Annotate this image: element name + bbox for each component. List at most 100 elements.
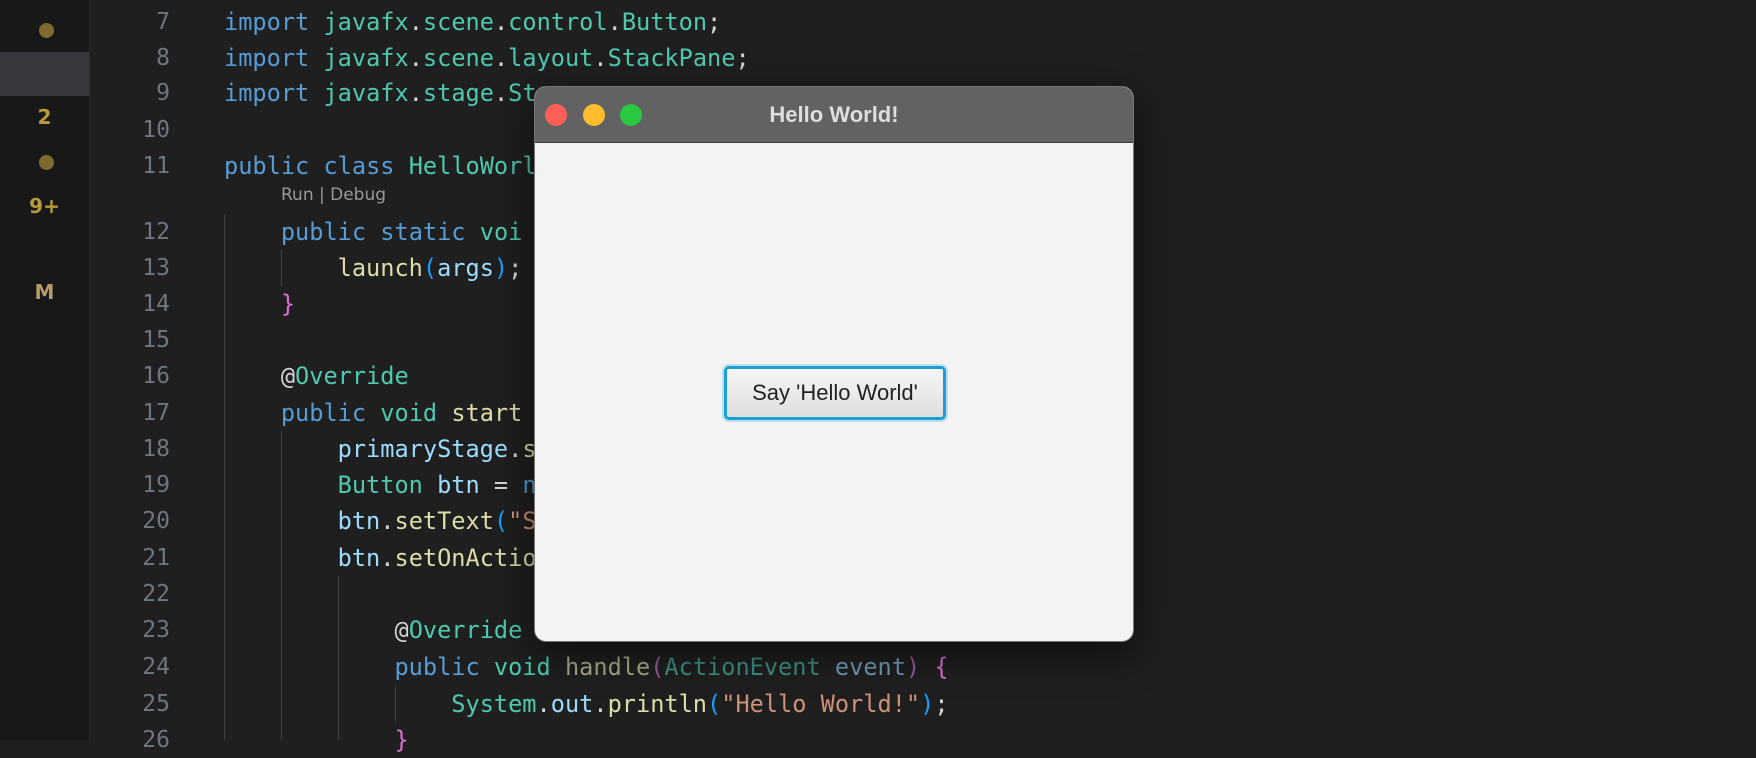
modified-dot-icon[interactable] xyxy=(39,23,54,38)
code-line[interactable]: } xyxy=(224,722,408,758)
code-token: . xyxy=(380,544,395,572)
code-token: args xyxy=(437,254,494,282)
code-token: ; xyxy=(934,690,949,718)
code-token: } xyxy=(280,290,296,318)
code-token: Button xyxy=(337,471,423,499)
codelens-run-debug[interactable]: Run | Debug xyxy=(281,185,386,205)
line-number: 12 xyxy=(142,219,170,245)
code-line[interactable]: System.out.println("Hello World!"); xyxy=(224,686,949,722)
code-line[interactable]: import javafx.stage.St xyxy=(224,75,537,111)
window-title: Hello World! xyxy=(769,102,899,127)
code-token: @ xyxy=(280,362,296,390)
code-line[interactable]: public class HelloWorl xyxy=(224,148,537,184)
code-token: ; xyxy=(508,254,523,282)
code-token: btn xyxy=(437,471,480,499)
code-token: setOnActio xyxy=(394,544,537,572)
code-line[interactable]: Button btn = n xyxy=(224,467,537,503)
code-line[interactable]: @Override xyxy=(224,612,522,648)
code-line[interactable]: launch(args); xyxy=(224,250,523,286)
code-token: . xyxy=(536,690,551,718)
activity-item-selected[interactable] xyxy=(0,52,89,96)
code-line[interactable]: public void start xyxy=(224,395,523,431)
line-number: 9 xyxy=(156,80,170,106)
hello-world-window: Hello World! Say 'Hello World' xyxy=(534,86,1134,642)
code-token: import xyxy=(224,79,310,107)
line-number: 14 xyxy=(142,291,170,317)
activity-badge[interactable]: 9+ xyxy=(0,194,89,218)
code-token: ; xyxy=(735,44,750,72)
code-token: St xyxy=(508,79,537,107)
code-line[interactable]: btn.setText("S xyxy=(224,503,537,539)
code-token: start xyxy=(451,399,523,427)
code-token: scene xyxy=(422,8,494,36)
code-line[interactable]: public void handle(ActionEvent event) { xyxy=(224,649,948,685)
code-token: stage xyxy=(422,79,494,107)
line-number: 21 xyxy=(142,545,170,571)
line-number: 20 xyxy=(142,508,170,534)
code-token: javafx xyxy=(323,8,409,36)
activity-badge[interactable]: 2 xyxy=(0,105,89,129)
code-token: import xyxy=(224,44,310,72)
code-token: StackPane xyxy=(607,44,736,72)
line-number: 19 xyxy=(142,472,170,498)
line-number: 23 xyxy=(142,617,170,643)
code-token: ; xyxy=(707,8,722,36)
code-line[interactable]: } xyxy=(224,286,295,322)
code-token: layout xyxy=(508,44,594,72)
line-number: 13 xyxy=(142,255,170,281)
code-token: . xyxy=(408,44,423,72)
code-token: void xyxy=(380,399,438,427)
code-token: @ xyxy=(394,616,409,644)
line-number: 26 xyxy=(142,727,170,753)
code-token: "S xyxy=(508,507,537,535)
code-token: ) xyxy=(905,653,921,681)
code-token: Override xyxy=(295,362,409,390)
code-line[interactable]: import javafx.scene.layout.StackPane; xyxy=(224,40,750,76)
code-token: HelloWorl xyxy=(408,152,537,180)
line-number: 10 xyxy=(142,117,170,143)
say-hello-button[interactable]: Say 'Hello World' xyxy=(724,366,946,420)
git-modified-badge[interactable]: M xyxy=(0,280,89,304)
code-token: . xyxy=(380,507,395,535)
line-number: 18 xyxy=(142,436,170,462)
code-line[interactable]: primaryStage.s xyxy=(224,431,537,467)
modified-dot-icon[interactable] xyxy=(39,155,54,170)
code-token: println xyxy=(607,690,708,718)
code-token: ActionEvent xyxy=(664,653,821,681)
code-token: . xyxy=(493,44,509,72)
window-titlebar[interactable]: Hello World! xyxy=(535,87,1133,143)
code-token: System xyxy=(451,690,537,718)
code-token: Button xyxy=(621,8,708,36)
code-line[interactable]: import javafx.scene.control.Button; xyxy=(224,4,721,40)
code-token: class xyxy=(323,152,395,180)
code-token: public xyxy=(224,152,310,180)
code-line[interactable]: btn.setOnActio xyxy=(224,540,537,576)
code-token: . xyxy=(593,44,608,72)
code-token: ( xyxy=(707,690,722,718)
code-token: . xyxy=(408,8,423,36)
line-number: 17 xyxy=(142,400,170,426)
code-line[interactable]: @Override xyxy=(224,358,409,394)
code-token: btn xyxy=(337,544,381,572)
code-token: scene xyxy=(422,44,494,72)
code-line[interactable]: public static voi xyxy=(224,214,523,250)
code-token: launch xyxy=(337,254,423,282)
code-token: ) xyxy=(920,690,935,718)
